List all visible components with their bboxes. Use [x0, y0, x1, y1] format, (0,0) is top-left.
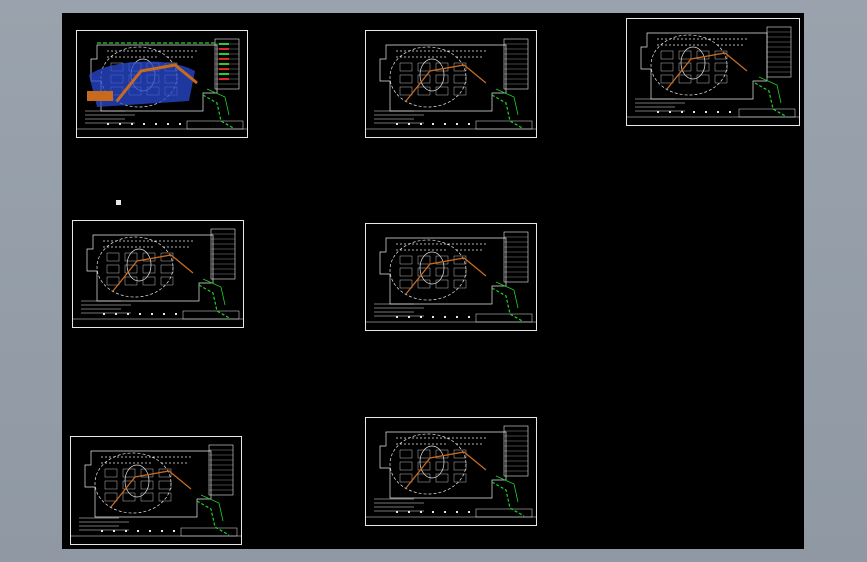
drawing-sheet-1[interactable] [76, 30, 248, 138]
drawing-sheet-6[interactable] [70, 436, 242, 545]
drawing-sheet-2[interactable] [365, 30, 537, 138]
drawing-sheet-4[interactable] [72, 220, 244, 328]
site-plan-drawing [366, 425, 536, 518]
drawing-sheet-3[interactable] [626, 18, 800, 126]
site-plan-drawing [627, 26, 799, 118]
site-plan-drawing [366, 231, 536, 323]
drawing-sheet-7[interactable] [365, 417, 537, 526]
drawing-sheet-5[interactable] [365, 223, 537, 331]
site-plan-drawing [73, 228, 243, 320]
selection-grip-marker[interactable] [116, 200, 121, 205]
site-plan-drawing [71, 444, 241, 537]
site-plan-drawing [366, 38, 536, 130]
site-plan-drawing [77, 38, 247, 130]
cad-drawing-canvas[interactable] [62, 13, 804, 549]
